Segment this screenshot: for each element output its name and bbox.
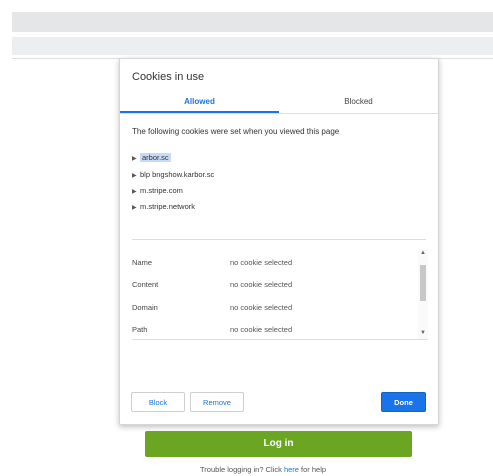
tree-item-label: m.stripe.network	[140, 202, 196, 211]
tree-item[interactable]: ▶ m.stripe.com	[132, 185, 183, 197]
remove-button[interactable]: Remove	[190, 392, 244, 412]
expand-arrow-icon[interactable]: ▶	[132, 170, 140, 182]
detail-label: Domain	[132, 303, 158, 312]
details-scrollbar[interactable]: ▲ ▼	[418, 249, 428, 339]
tree-item[interactable]: ▶ blp bngshow.karbor.sc	[132, 169, 214, 181]
login-button[interactable]: Log in	[145, 431, 412, 457]
tree-item-label: m.stripe.com	[140, 186, 183, 195]
tree-divider	[132, 239, 426, 240]
scroll-down-icon[interactable]: ▼	[418, 329, 428, 337]
tree-item-label: arbor.sc	[140, 153, 171, 162]
tab-blocked[interactable]: Blocked	[279, 91, 438, 113]
expand-arrow-icon[interactable]: ▶	[132, 202, 140, 214]
done-button[interactable]: Done	[381, 392, 426, 412]
login-help-text: Trouble logging in? Click here for help	[200, 465, 326, 474]
cookie-details: Name no cookie selected Content no cooki…	[132, 249, 428, 340]
expand-arrow-icon[interactable]: ▶	[132, 153, 140, 165]
dialog-title: Cookies in use	[132, 71, 205, 83]
tree-item[interactable]: ▶ arbor.sc	[132, 152, 171, 164]
cookie-tree: ▶ arbor.sc ▶ blp bngshow.karbor.sc ▶ m.stri…	[132, 152, 426, 238]
scroll-up-icon[interactable]: ▲	[418, 249, 428, 257]
cookie-description: The following cookies were set when you …	[132, 127, 340, 136]
cookies-dialog: Cookies in use Allowed Blocked The follo…	[119, 58, 439, 425]
secondary-header-bar	[12, 37, 493, 55]
tab-allowed[interactable]: Allowed	[120, 91, 279, 113]
help-link[interactable]: here	[284, 465, 299, 474]
help-suffix: for help	[298, 465, 327, 474]
detail-value: no cookie selected	[230, 280, 293, 289]
tree-item[interactable]: ▶ m.stripe.network	[132, 201, 195, 213]
tree-item-label: blp bngshow.karbor.sc	[140, 170, 215, 179]
tab-divider	[120, 113, 438, 114]
detail-label: Path	[132, 325, 148, 334]
detail-label: Content	[132, 280, 159, 289]
detail-value: no cookie selected	[230, 325, 293, 334]
expand-arrow-icon[interactable]: ▶	[132, 186, 140, 198]
block-button[interactable]: Block	[131, 392, 185, 412]
top-header-bar	[12, 12, 493, 32]
scroll-thumb[interactable]	[420, 265, 426, 301]
detail-value: no cookie selected	[230, 303, 293, 312]
detail-label: Name	[132, 258, 153, 267]
help-prefix: Trouble logging in? Click	[200, 465, 284, 474]
detail-value: no cookie selected	[230, 258, 293, 267]
cookie-tabs: Allowed Blocked	[120, 91, 438, 114]
